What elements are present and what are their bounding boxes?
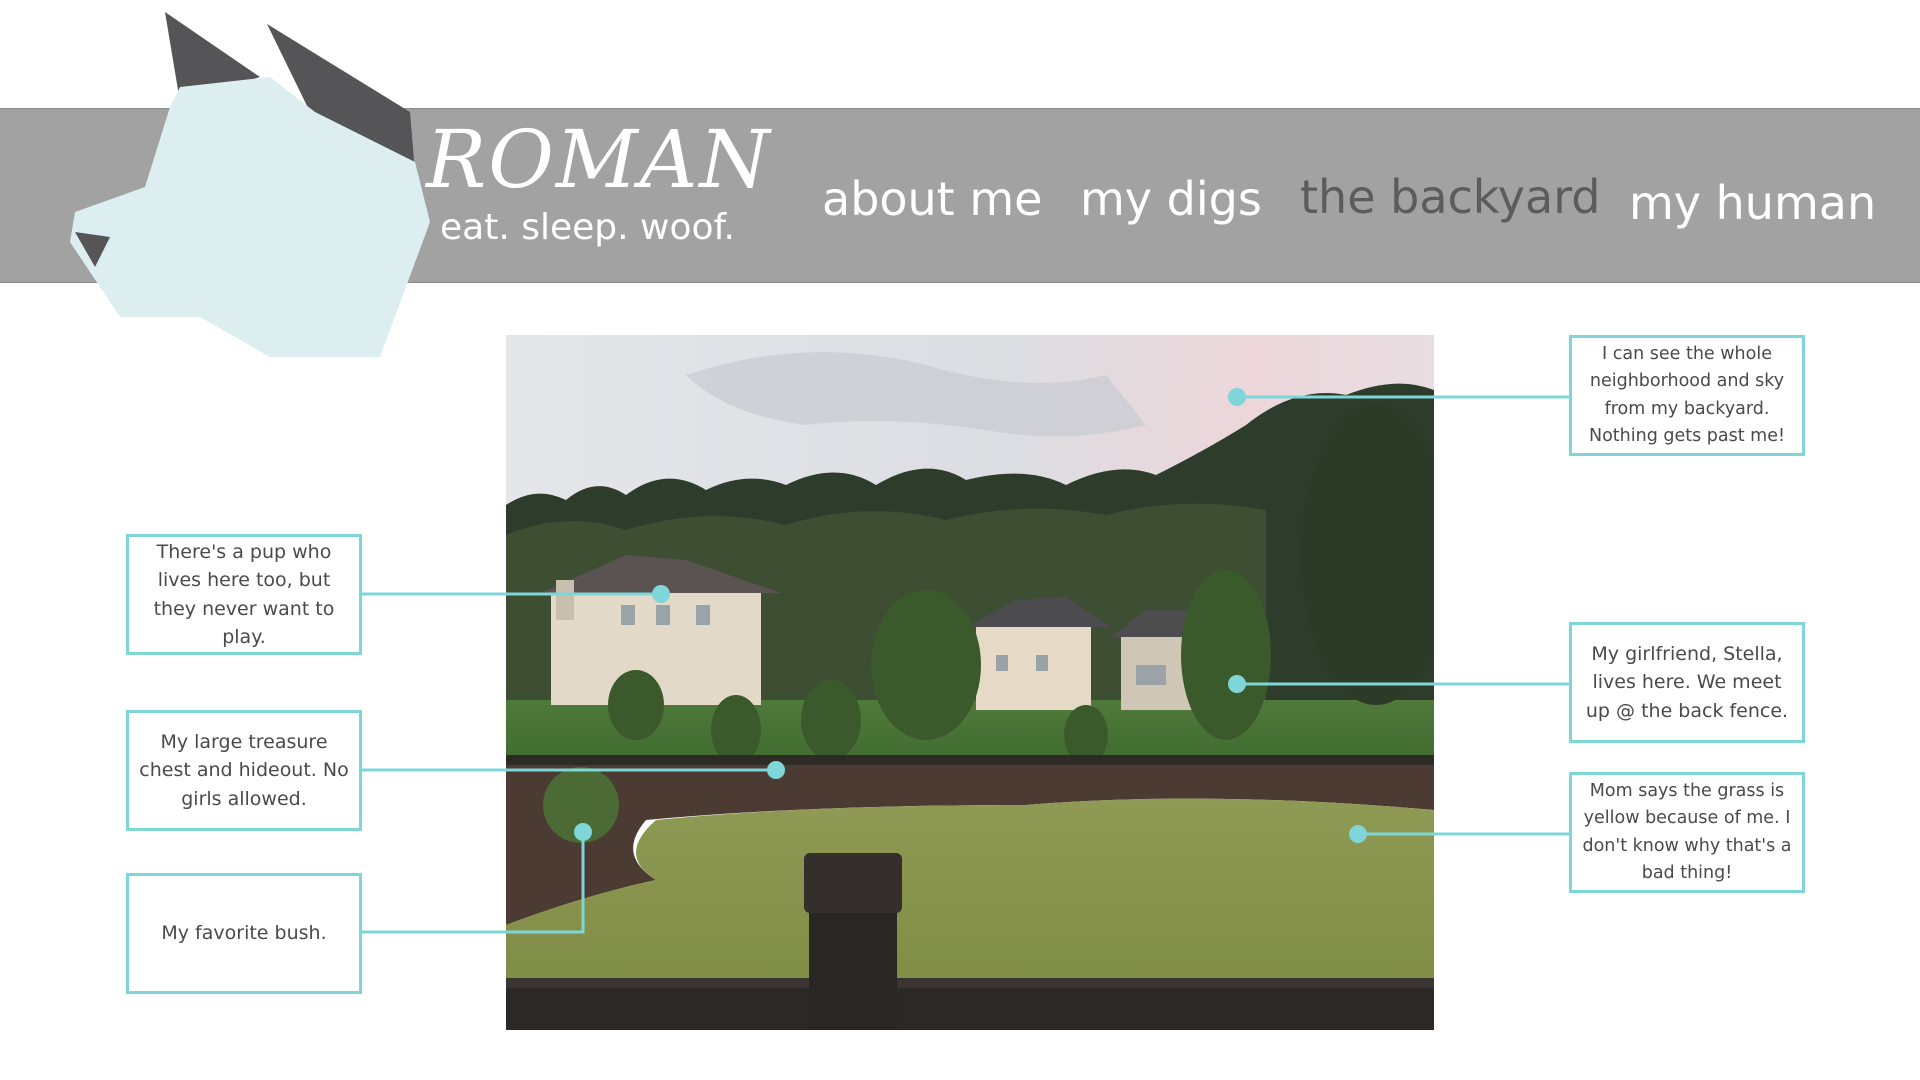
callout-girlfriend-stella: My girlfriend, Stella, lives here. We me… xyxy=(1569,622,1805,743)
dog-logo-icon[interactable] xyxy=(70,12,430,362)
callout-favorite-bush: My favorite bush. xyxy=(126,873,362,994)
brand-title[interactable]: ROMAN xyxy=(426,120,772,200)
nav-item-about-me[interactable]: about me xyxy=(822,176,1042,222)
nav-item-my-digs[interactable]: my digs xyxy=(1080,176,1262,222)
callout-yellow-grass: Mom says the grass is yellow because of … xyxy=(1569,772,1805,893)
nav-item-my-human[interactable]: my human xyxy=(1629,180,1876,226)
callout-pup: There's a pup who lives here too, but th… xyxy=(126,534,362,655)
deck-rail-top xyxy=(506,978,1434,988)
nav-item-the-backyard[interactable]: the backyard xyxy=(1300,174,1601,220)
brand-tagline: eat. sleep. woof. xyxy=(440,207,735,248)
deck-post-cap xyxy=(804,853,902,913)
backyard-photo xyxy=(506,335,1434,1030)
callout-neighborhood-sky: I can see the whole neighborhood and sky… xyxy=(1569,335,1805,456)
bush xyxy=(543,767,619,843)
callout-treasure-chest: My large treasure chest and hideout. No … xyxy=(126,710,362,831)
